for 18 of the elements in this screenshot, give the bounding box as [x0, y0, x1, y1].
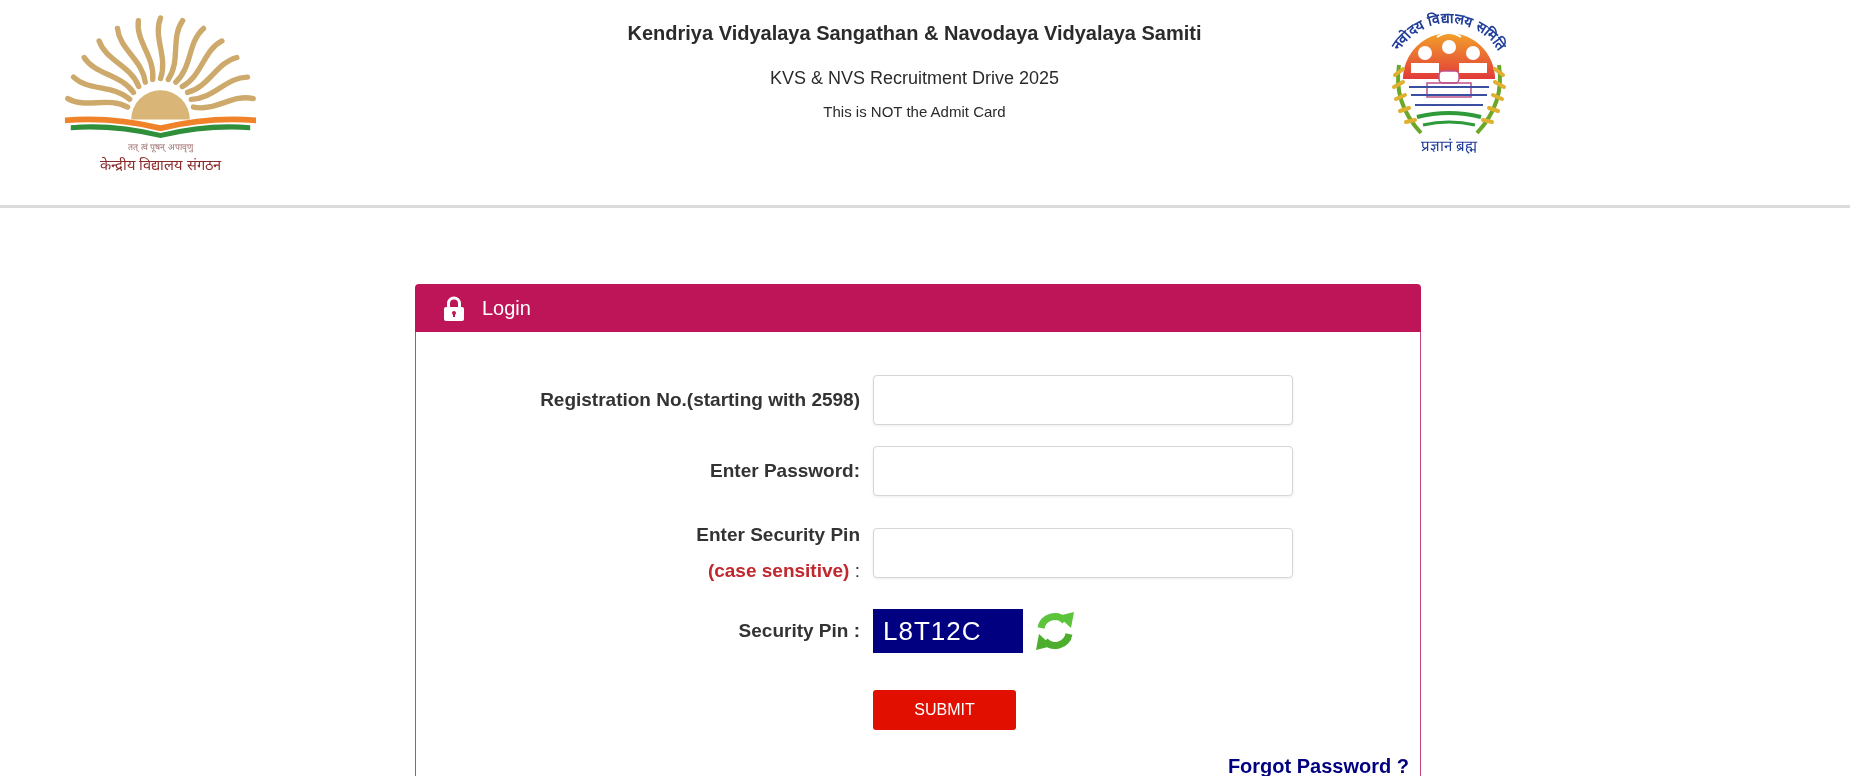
submit-button[interactable]: SUBMIT — [873, 690, 1016, 730]
field-label: Security Pin : — [738, 619, 860, 643]
field-label: Enter Security Pin — [696, 523, 860, 547]
page-title: Kendriya Vidyalaya Sangathan & Navodaya Vidyalaya Samiti — [626, 21, 1203, 45]
lock-icon — [443, 295, 465, 321]
panel-title: Login — [482, 296, 531, 320]
case-sensitive-note: (case sensitive) : — [707, 559, 860, 583]
logo-motto-text: तत् त्वं पूषन् अपावृणु — [127, 141, 194, 152]
emblem-motto-text: प्रज्ञानं ब्रह्म — [1420, 137, 1478, 155]
input-field[interactable] — [873, 446, 1293, 496]
field-label: Enter Password: — [710, 459, 860, 483]
captcha-code: L8T12C — [873, 609, 1023, 653]
admit-card-note: This is NOT the Admit Card — [822, 103, 1007, 121]
input-field[interactable] — [873, 375, 1293, 425]
input-field[interactable] — [873, 528, 1293, 578]
page-subtitle: KVS & NVS Recruitment Drive 2025 — [768, 67, 1061, 89]
field-label: Registration No.(starting with 2598) — [540, 388, 860, 412]
logo-caption-text: केन्द्रीय विद्यालय संगठन — [99, 156, 222, 174]
